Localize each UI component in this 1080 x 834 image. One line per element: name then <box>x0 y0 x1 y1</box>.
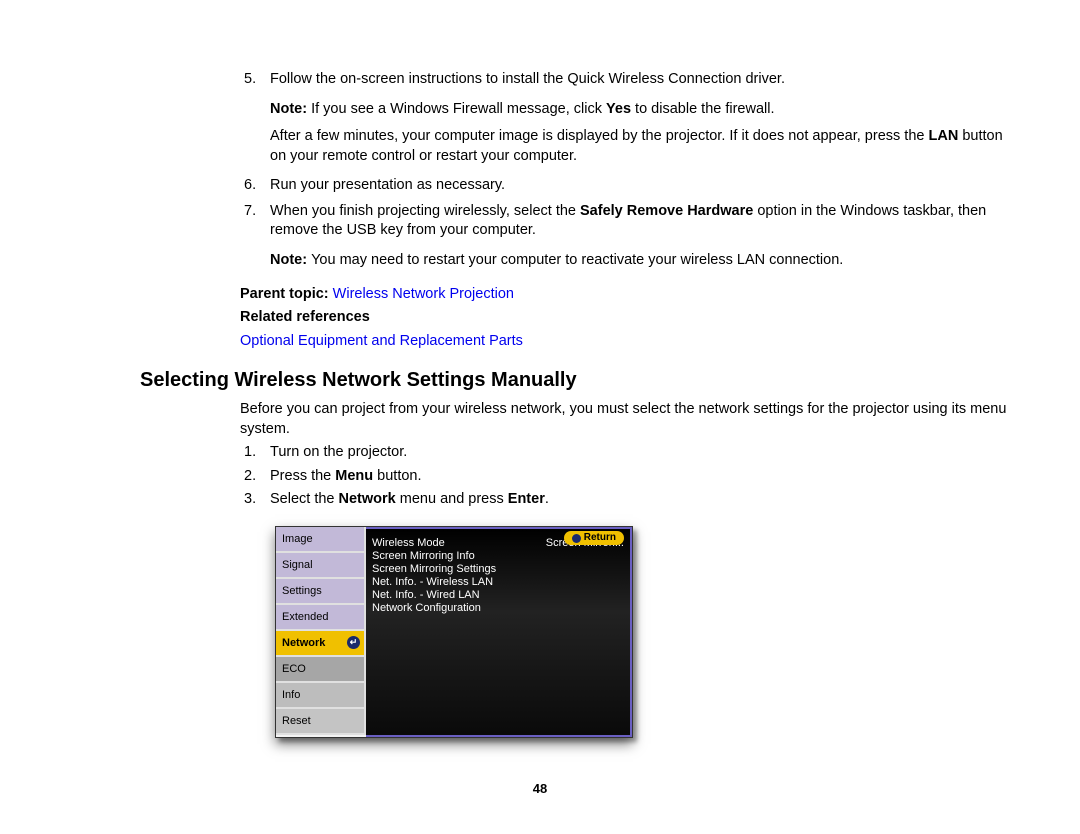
related-references-label: Related references <box>240 309 370 325</box>
menu-item-eco[interactable]: ECO <box>276 657 366 683</box>
projector-menu-screenshot: Image Signal Settings Extended Network ↵… <box>275 526 633 738</box>
note-label: Note: <box>270 252 311 268</box>
network-row[interactable]: Net. Info. - Wireless LAN <box>372 576 624 589</box>
menu-item-label: Network <box>282 637 325 649</box>
network-row[interactable]: Network Configuration <box>372 602 624 615</box>
step-7: 7. When you finish projecting wirelessly… <box>270 202 1010 241</box>
row-key: Wireless Mode <box>372 537 445 550</box>
step-number: 3. <box>244 490 256 510</box>
after-bold: LAN <box>928 128 958 144</box>
note-bold: Yes <box>606 101 631 117</box>
step-number: 7. <box>244 202 256 222</box>
step-text: Select the Network menu and press Enter. <box>270 491 549 507</box>
enter-icon: ↵ <box>347 636 360 649</box>
menu-item-network[interactable]: Network ↵ <box>276 631 366 657</box>
note-text: If you see a Windows Firewall message, c… <box>311 101 606 117</box>
network-row[interactable]: Net. Info. - Wired LAN <box>372 589 624 602</box>
menu-item-image[interactable]: Image <box>276 527 366 553</box>
step-text: Follow the on-screen instructions to ins… <box>270 71 785 87</box>
section-intro: Before you can project from your wireles… <box>240 400 1010 439</box>
step2-2: 2. Press the Menu button. <box>270 467 1010 487</box>
menu-left-column: Image Signal Settings Extended Network ↵… <box>276 527 366 737</box>
menu-item-signal[interactable]: Signal <box>276 553 366 579</box>
menu-item-info[interactable]: Info <box>276 683 366 709</box>
return-icon <box>572 534 581 543</box>
step-6: 6. Run your presentation as necessary. <box>270 176 1010 196</box>
step-number: 2. <box>244 467 256 487</box>
return-button[interactable]: Return <box>564 531 624 545</box>
network-row[interactable]: Screen Mirroring Settings <box>372 563 624 576</box>
page-number: 48 <box>0 780 1080 798</box>
after-text: After a few minutes, your computer image… <box>270 128 928 144</box>
step-text: Turn on the projector. <box>270 444 407 460</box>
menu-item-extended[interactable]: Extended <box>276 605 366 631</box>
parent-topic: Parent topic: Wireless Network Projectio… <box>240 285 1010 305</box>
note-text: You may need to restart your computer to… <box>311 252 843 268</box>
note-2: Note: You may need to restart your compu… <box>270 251 1010 271</box>
note-1: Note: If you see a Windows Firewall mess… <box>270 100 1010 120</box>
step2-3: 3. Select the Network menu and press Ent… <box>270 490 1010 510</box>
related-reference-link[interactable]: Optional Equipment and Replacement Parts <box>240 333 523 349</box>
menu-item-reset[interactable]: Reset <box>276 709 366 735</box>
menu-item-settings[interactable]: Settings <box>276 579 366 605</box>
step-number: 5. <box>244 70 256 90</box>
parent-topic-link[interactable]: Wireless Network Projection <box>333 286 514 302</box>
after-note-1: After a few minutes, your computer image… <box>270 127 1010 166</box>
step-text: When you finish projecting wirelessly, s… <box>270 203 986 239</box>
network-row[interactable]: Screen Mirroring Info <box>372 550 624 563</box>
parent-topic-label: Parent topic: <box>240 286 333 302</box>
return-label: Return <box>584 531 616 545</box>
menu-right-panel: Return Wireless Mode Screen Mirrori... S… <box>366 527 632 737</box>
step-number: 1. <box>244 443 256 463</box>
note-label: Note: <box>270 101 311 117</box>
step2-1: 1. Turn on the projector. <box>270 443 1010 463</box>
step-text: Run your presentation as necessary. <box>270 177 505 193</box>
note-text-2: to disable the firewall. <box>631 101 774 117</box>
step-5: 5. Follow the on-screen instructions to … <box>270 70 1010 90</box>
section-heading: Selecting Wireless Network Settings Manu… <box>140 367 1010 394</box>
step-number: 6. <box>244 176 256 196</box>
step-text: Press the Menu button. <box>270 468 422 484</box>
